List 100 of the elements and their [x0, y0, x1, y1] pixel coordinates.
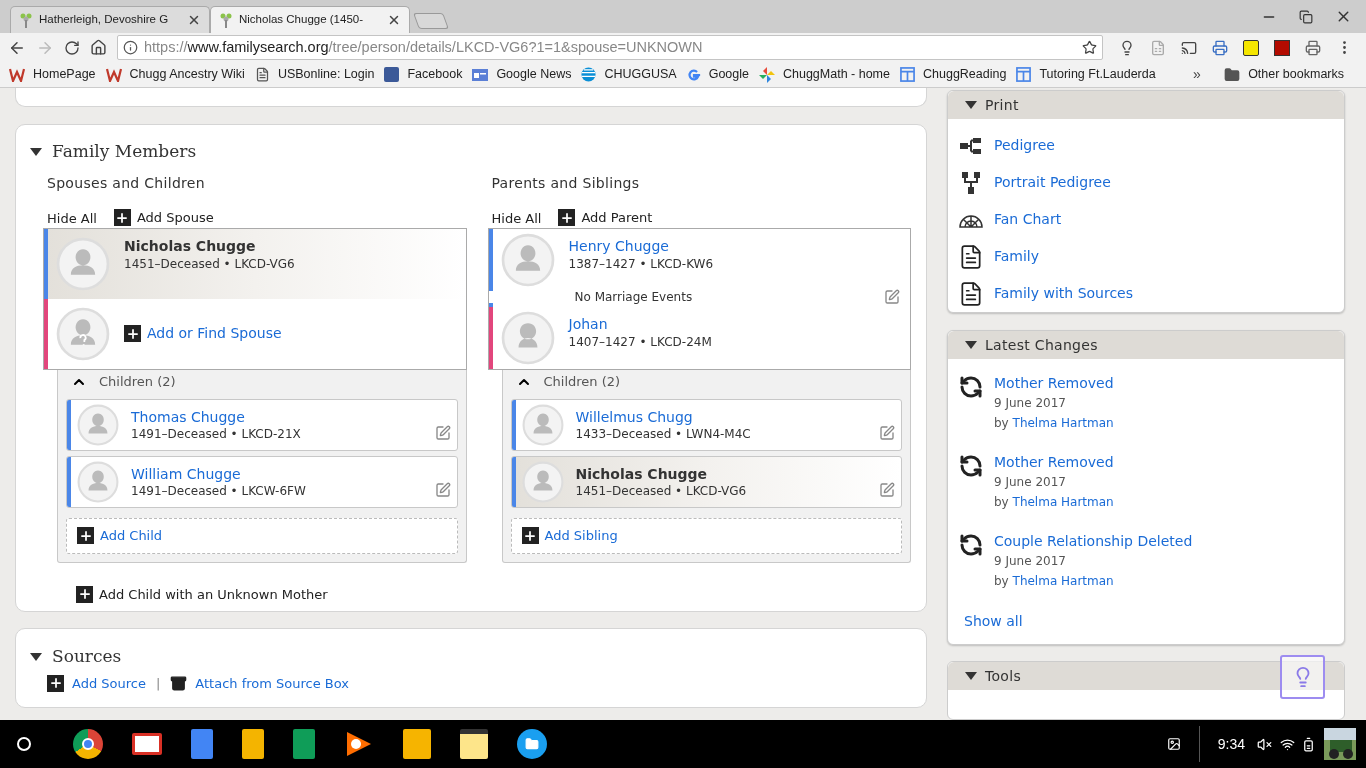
- change-title-link[interactable]: Couple Relationship Deleted: [994, 531, 1193, 551]
- close-icon[interactable]: [187, 13, 201, 27]
- show-all-link[interactable]: Show all: [948, 611, 1023, 632]
- add-button[interactable]: Add Parent: [558, 207, 653, 228]
- bookmark[interactable]: USBonline: Login: [254, 65, 375, 84]
- edit-icon[interactable]: [434, 481, 451, 498]
- change-title-link[interactable]: Mother Removed: [994, 373, 1114, 393]
- mute-icon[interactable]: [1257, 736, 1272, 752]
- print-link[interactable]: Family: [994, 246, 1040, 267]
- bookmark-star-icon[interactable]: [1082, 40, 1097, 55]
- printer-icon[interactable]: [1305, 39, 1321, 56]
- avatar-icon: [500, 232, 555, 287]
- wiki-logo-icon: [105, 67, 122, 82]
- print-link[interactable]: Family with Sources: [994, 283, 1134, 304]
- bookmark[interactable]: Facebook: [384, 65, 463, 84]
- cast-icon[interactable]: [1181, 39, 1197, 56]
- section-heading: Parents and Siblings: [490, 173, 641, 193]
- bookmark[interactable]: Google: [686, 65, 749, 84]
- print-link[interactable]: Fan Chart: [994, 209, 1062, 230]
- wifi-icon[interactable]: [1280, 736, 1295, 752]
- clock[interactable]: 9:34: [1217, 733, 1245, 755]
- print-link[interactable]: Portrait Pedigree: [994, 172, 1111, 193]
- change-date: 9 June 2017: [994, 395, 1067, 412]
- bookmark[interactable]: CHUGGUSA: [581, 65, 677, 84]
- change-title-link[interactable]: Mother Removed: [994, 452, 1114, 472]
- browser-app-icon[interactable]: [73, 729, 103, 759]
- avatar-icon: [56, 306, 110, 361]
- person-card[interactable]: Willelmus Chugg 1433–Deceased • LWN4-M4C: [510, 398, 902, 451]
- edit-icon[interactable]: [879, 424, 895, 441]
- launcher-icon[interactable]: [17, 737, 31, 751]
- other-bookmarks[interactable]: Other bookmarks: [1248, 65, 1344, 84]
- wiki-logo-icon: [9, 67, 25, 82]
- marriage-events: No Marriage Events: [574, 288, 694, 306]
- notes-app-icon[interactable]: [460, 729, 488, 759]
- add-child-unknown-mother-button[interactable]: Add Child with an Unknown Mother: [76, 584, 328, 604]
- reload-icon[interactable]: [64, 39, 80, 56]
- panel-header[interactable]: Print: [948, 91, 1344, 119]
- tips-button[interactable]: [1280, 655, 1325, 699]
- hide-all-link[interactable]: Hide All: [47, 209, 97, 229]
- printer-icon[interactable]: [1212, 39, 1228, 56]
- person-card[interactable]: William Chugge 1491–Deceased • LKCW-6FW: [66, 455, 458, 508]
- person-name[interactable]: William Chugge: [131, 464, 423, 483]
- bulb-extension-icon[interactable]: [1119, 39, 1135, 56]
- restore-icon[interactable]: [1299, 9, 1313, 24]
- author-link[interactable]: Thelma Hartman: [1012, 574, 1114, 588]
- children-label[interactable]: Children (2): [99, 371, 176, 392]
- bookmark[interactable]: Chugg Ancestry Wiki: [105, 65, 245, 84]
- person-name[interactable]: Willelmus Chugg: [575, 407, 867, 426]
- person-name: Nicholas Chugge: [575, 464, 709, 483]
- add-button[interactable]: Add Spouse: [113, 207, 214, 228]
- info-icon[interactable]: [123, 40, 138, 55]
- edit-icon[interactable]: [884, 288, 900, 305]
- collapse-triangle-icon[interactable]: [965, 672, 977, 681]
- person-card[interactable]: Thomas Chugge 1491–Deceased • LKCD-21X: [66, 398, 458, 451]
- address-bar[interactable]: https://www.familysearch.org/tree/person/details/LKCD-VG6?1=1&spouse=UNKNOWN: [117, 35, 1103, 60]
- avatar-icon: [77, 460, 119, 503]
- files-app-icon[interactable]: [517, 729, 547, 759]
- panel-header[interactable]: Tools: [948, 662, 1344, 691]
- panel-header[interactable]: Latest Changes: [948, 331, 1344, 359]
- extension-icon[interactable]: [1243, 39, 1259, 56]
- person-name[interactable]: Thomas Chugge: [131, 407, 423, 426]
- bookmark[interactable]: ChuggMath - home: [759, 65, 890, 84]
- plus-icon: [558, 209, 576, 226]
- children-label[interactable]: Children (2): [543, 371, 621, 392]
- person-card[interactable]: Nicholas Chugge 1451–Deceased • LKCD-VG6: [510, 455, 902, 508]
- more-bookmarks-button[interactable]: »: [1193, 64, 1201, 85]
- home-icon[interactable]: [90, 39, 107, 56]
- bookmark[interactable]: Google News: [472, 65, 572, 84]
- add-spouse-link[interactable]: Add or Find Spouse: [124, 323, 282, 344]
- browser-tab[interactable]: Nicholas Chugge (1450-: [210, 6, 410, 33]
- image-icon[interactable]: [1166, 737, 1181, 751]
- author-link[interactable]: Thelma Hartman: [1012, 495, 1114, 509]
- collapse-triangle-icon[interactable]: [30, 147, 42, 156]
- portrait-pedigree-icon: [962, 171, 980, 194]
- collapse-triangle-icon[interactable]: [965, 101, 977, 109]
- separator: |: [155, 674, 161, 693]
- edit-icon[interactable]: [879, 481, 895, 498]
- person-name[interactable]: Johan: [568, 314, 712, 334]
- close-icon[interactable]: [387, 13, 401, 27]
- battery-icon[interactable]: [1301, 736, 1316, 752]
- add-source-link[interactable]: Add Source: [47, 673, 146, 693]
- bookmark[interactable]: ChuggReading: [900, 65, 1007, 84]
- plus-icon: [77, 527, 94, 544]
- attach-source-link[interactable]: Attach from Source Box: [170, 673, 350, 693]
- mail-app-icon[interactable]: [132, 733, 162, 755]
- hide-all-link[interactable]: Hide All: [491, 209, 542, 229]
- collapse-triangle-icon[interactable]: [30, 652, 42, 661]
- print-link[interactable]: Pedigree: [994, 135, 1055, 156]
- collapse-triangle-icon[interactable]: [965, 341, 977, 349]
- section-heading: Spouses and Children: [46, 173, 206, 193]
- bookmark[interactable]: HomePage: [9, 65, 96, 84]
- edit-icon[interactable]: [434, 424, 451, 441]
- person-name[interactable]: Henry Chugge: [568, 236, 714, 256]
- bookmark[interactable]: Tutoring Ft.Lauderda: [1016, 65, 1156, 84]
- add-child-button[interactable]: Add Child: [66, 517, 458, 554]
- add-child-button[interactable]: Add Sibling: [510, 517, 902, 554]
- avatar-icon: [521, 460, 564, 503]
- author-link[interactable]: Thelma Hartman: [1012, 416, 1114, 430]
- person-details: 1407–1427 • LKCD-24M: [568, 333, 712, 351]
- browser-tab[interactable]: Hatherleigh, Devoshire G: [10, 6, 210, 33]
